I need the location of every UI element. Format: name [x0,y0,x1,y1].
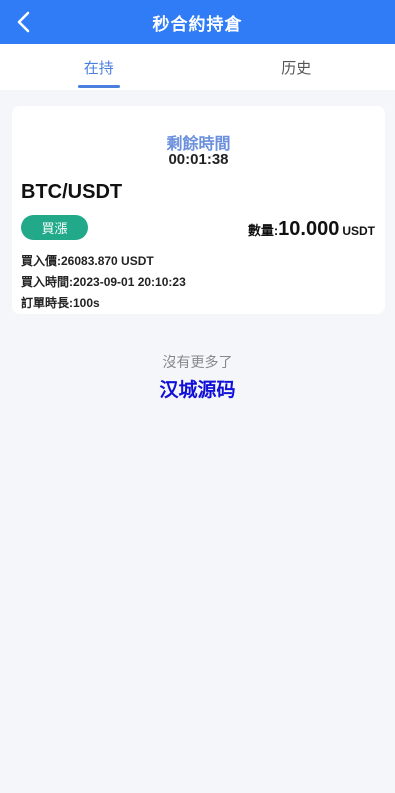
tab-history[interactable]: 历史 [198,44,395,90]
direction-badge: 買漲 [21,215,88,240]
quantity-label: 數量: [247,223,279,238]
order-duration: 訂單時長:100s [21,296,100,310]
trading-pair: BTC/USDT [21,181,123,203]
quantity-unit: USDT [342,224,375,238]
top-bar: 秒合約持倉 [0,0,395,44]
brand-watermark: 汉城源码 [159,380,236,401]
back-button[interactable] [10,9,36,35]
buy-time: 買入時間:2023-09-01 20:10:23 [21,275,186,289]
tab-bar: 在持 历史 [0,44,395,90]
buy-price: 買入價:26083.870 USDT [21,254,154,268]
page-title: 秒合約持倉 [152,14,243,34]
tab-holding[interactable]: 在持 [0,44,198,90]
no-more-text: 沒有更多了 [162,354,233,370]
chevron-left-icon [17,11,30,33]
quantity-value: 10.000 [278,218,340,240]
order-card: 剩餘時間 00:01:38 BTC/USDT 買漲 數量: 10.000 USD… [12,106,385,314]
quantity: 數量: 10.000 USDT [248,218,375,241]
remaining-time-value: 00:01:38 [168,151,229,168]
